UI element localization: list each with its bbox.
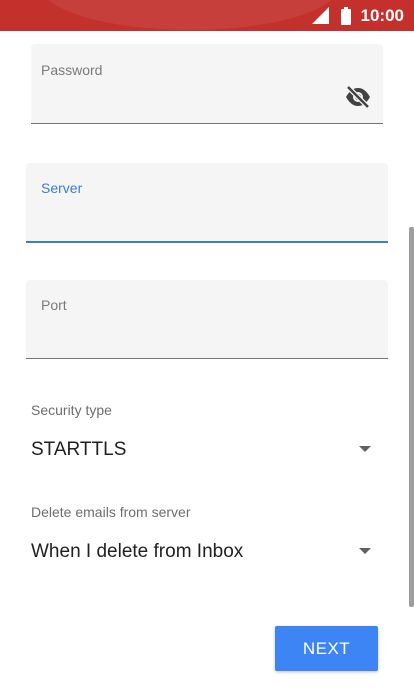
password-field[interactable]: Password (31, 44, 383, 124)
server-input[interactable] (41, 211, 321, 235)
next-button[interactable]: NEXT (275, 626, 378, 671)
delete-emails-select[interactable]: When I delete from Inbox (31, 537, 371, 567)
port-input[interactable] (41, 328, 321, 352)
status-bar-decoration (40, 0, 340, 30)
delete-emails-value: When I delete from Inbox (31, 541, 244, 562)
port-label: Port (41, 297, 67, 313)
delete-emails-label: Delete emails from server (31, 504, 191, 520)
signal-icon (311, 7, 329, 24)
battery-icon (340, 6, 351, 25)
security-type-label: Security type (31, 402, 112, 418)
server-label: Server (41, 180, 83, 196)
clock: 10:00 (360, 5, 404, 25)
security-type-value: STARTTLS (31, 439, 127, 460)
status-bar: 10:00 (0, 0, 414, 31)
status-icons: 10:00 (311, 0, 404, 31)
chevron-down-icon (359, 446, 371, 452)
scrollbar[interactable] (409, 227, 414, 607)
visibility-off-icon[interactable] (343, 84, 373, 110)
port-field[interactable]: Port (26, 280, 388, 359)
chevron-down-icon (359, 548, 371, 554)
password-input[interactable] (41, 93, 321, 117)
security-type-select[interactable]: STARTTLS (31, 435, 371, 465)
password-label: Password (41, 62, 103, 78)
server-field[interactable]: Server (26, 163, 388, 243)
